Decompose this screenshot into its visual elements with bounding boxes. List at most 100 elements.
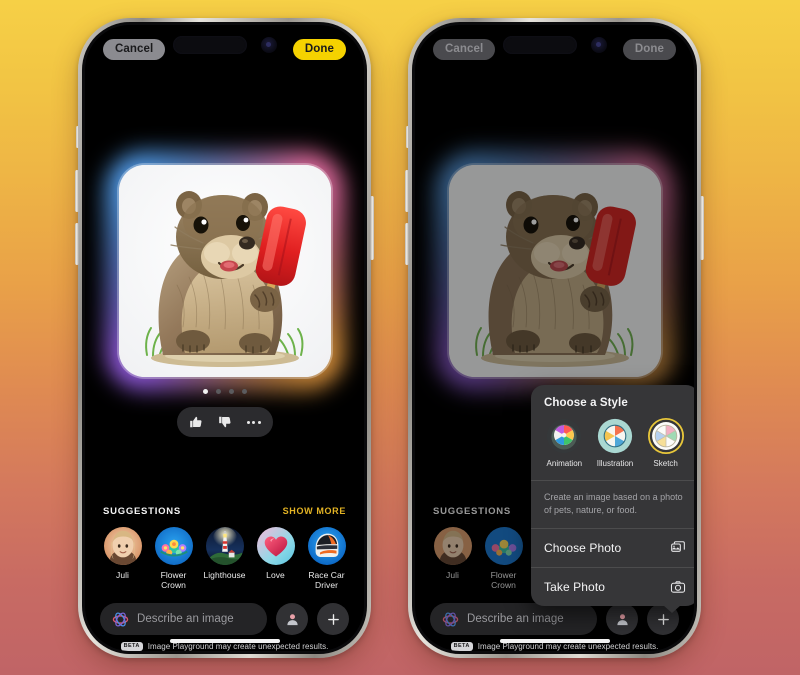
ellipsis-icon[interactable] [241,411,267,433]
person-button[interactable] [276,603,308,635]
flower-crown-icon [154,527,193,565]
person-portrait-icon [433,527,472,565]
suggestion-race-car-driver[interactable]: Race Car Driver [301,527,352,591]
silence-switch[interactable] [76,126,79,148]
describe-placeholder: Describe an image [137,613,234,625]
plus-icon [327,613,339,625]
phone-right: Cancel Done SUGGESTIONS Juli Flower Crow… [405,18,704,658]
suggestion-love[interactable]: Love [250,527,301,591]
done-button[interactable]: Done [292,39,346,60]
screenshot-canvas: Cancel Done SUGGESTIONS SHOW MORE Juli F… [0,0,800,675]
thumbs-down-icon[interactable] [212,411,238,433]
suggestion-label: Flower Crown [160,570,187,591]
person-portrait-icon [103,527,142,565]
done-button[interactable]: Done [622,39,676,60]
popup-title: Choose a Style [544,397,628,409]
disclaimer-row: BETA Image Playground may create unexpec… [415,642,694,651]
beachball-illustration-icon [597,418,633,454]
suggestion-flower-crown[interactable]: Flower Crown [148,527,199,591]
volume-down-button[interactable] [75,223,79,265]
person-button[interactable] [606,603,638,635]
popup-pointer-tail [663,604,681,613]
phone-bezel: Cancel Done [82,22,367,654]
power-button[interactable] [370,196,374,260]
heart-icon [256,527,295,565]
volume-up-button[interactable] [75,170,79,212]
suggestion-label: Love [266,570,285,580]
choose-photo-item[interactable]: Choose Photo [531,529,694,567]
home-indicator[interactable] [169,639,280,643]
suggestion-juli[interactable]: Juli [97,527,148,591]
flower-crown-icon [484,527,523,565]
volume-down-button[interactable] [405,223,409,265]
phone-screen-right: Cancel Done SUGGESTIONS Juli Flower Crow… [415,25,694,651]
suggestion-label: Race Car Driver [308,570,345,591]
generated-image-card[interactable] [448,165,661,377]
image-page-dots[interactable] [85,389,364,394]
generated-image-card[interactable] [118,165,331,377]
suggestion-label: Flower Crown [490,570,517,591]
groundhog-popsicle-illustration [118,165,331,377]
suggestion-flower-crown[interactable]: Flower Crown [478,527,529,591]
plus-icon [657,613,669,625]
add-button[interactable] [317,603,349,635]
style-option-illustration[interactable]: Illustration [591,418,639,468]
suggestions-title: SUGGESTIONS [103,506,181,517]
beta-badge: BETA [120,642,143,651]
describe-input[interactable]: Describe an image [430,603,597,635]
popup-description: Create an image based on a photo of pets… [544,492,683,515]
generated-image-area[interactable] [104,151,345,391]
take-photo-label: Take Photo [544,579,606,594]
suggestions-header-row: SUGGESTIONS SHOW MORE [103,506,346,517]
take-photo-item[interactable]: Take Photo [531,568,694,606]
show-more-button[interactable]: SHOW MORE [283,506,346,516]
input-bar: Describe an image [100,603,349,635]
page-dot-1[interactable] [202,389,208,394]
suggestion-label: Lighthouse [203,570,246,580]
style-option-animation[interactable]: Animation [540,418,588,468]
phone-bezel: Cancel Done [412,22,697,654]
style-option-sketch[interactable]: Sketch [642,418,690,468]
person-icon [286,613,298,625]
page-dot-2[interactable] [215,389,221,394]
suggestions-list: Juli Flower Crown Lighthouse Love Race C… [97,527,352,591]
style-label: Illustration [596,459,634,468]
thumbs-up-icon[interactable] [183,411,209,433]
suggestion-lighthouse[interactable]: Lighthouse [199,527,250,591]
page-dot-3[interactable] [228,389,234,394]
style-options-row: Animation Illustration Sketch [531,418,694,480]
lighthouse-icon [205,527,244,565]
input-bar: Describe an image [430,603,679,635]
describe-placeholder: Describe an image [467,613,564,625]
photo-stack-icon [670,540,686,556]
apple-intelligence-icon [442,611,459,628]
camera-icon [670,579,686,595]
disclaimer-text: Image Playground may create unexpected r… [147,642,329,651]
page-dot-4[interactable] [241,389,247,394]
groundhog-popsicle-illustration [448,165,661,377]
suggestion-label: Juli [446,570,459,580]
apple-intelligence-icon [112,611,129,628]
suggestion-label: Juli [116,570,129,580]
racing-helmet-icon [307,527,346,565]
style-label: Animation [546,459,583,468]
phone-left: Cancel Done SUGGESTIONS SHOW MORE Juli F… [75,18,374,658]
cancel-button[interactable]: Cancel [433,39,496,60]
suggestion-juli[interactable]: Juli [427,527,478,591]
power-button[interactable] [700,196,704,260]
beta-badge: BETA [450,642,473,651]
beachball-sketch-icon [647,418,684,454]
silence-switch[interactable] [406,126,409,148]
choose-photo-label: Choose Photo [544,540,622,555]
home-indicator[interactable] [499,639,610,643]
suggestions-title: SUGGESTIONS [433,506,511,517]
generated-image-area[interactable] [434,151,675,391]
describe-input[interactable]: Describe an image [100,603,267,635]
cancel-button[interactable]: Cancel [103,39,166,60]
style-label: Sketch [653,459,678,468]
phone-screen-left: Cancel Done SUGGESTIONS SHOW MORE Juli F… [85,25,364,651]
disclaimer-row: BETA Image Playground may create unexpec… [85,642,364,651]
disclaimer-text: Image Playground may create unexpected r… [477,642,659,651]
volume-up-button[interactable] [405,170,409,212]
top-bar-left: Cancel Done [85,39,364,60]
